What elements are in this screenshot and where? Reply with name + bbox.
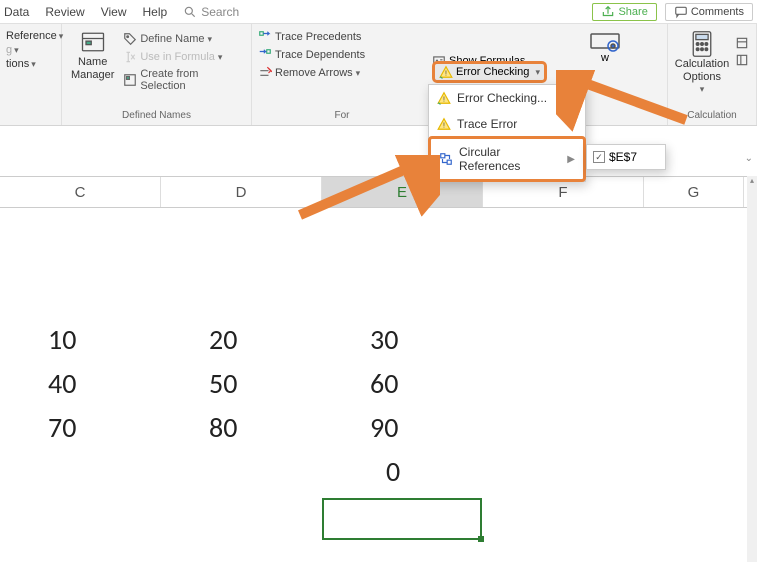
submenu-cell-ref[interactable]: $E$7 <box>609 150 637 164</box>
scroll-up-icon[interactable]: ▴ <box>747 176 757 186</box>
search-placeholder: Search <box>201 5 239 19</box>
worksheet-grid[interactable]: 10 20 30 40 50 60 70 80 90 0 <box>0 208 747 562</box>
comment-icon <box>674 5 688 19</box>
cell-d6[interactable]: 80 <box>199 406 247 449</box>
cell-e6[interactable]: 90 <box>360 406 408 449</box>
fill-handle[interactable] <box>478 536 484 542</box>
define-name-button[interactable]: Define Name ▾ <box>123 32 245 46</box>
remove-arrows-button[interactable]: Remove Arrows ▾ <box>258 66 365 80</box>
remove-arrows-icon <box>258 66 272 80</box>
cell-e5[interactable]: 60 <box>360 362 408 405</box>
tag-icon <box>123 32 137 46</box>
search-icon <box>183 5 197 19</box>
selected-cell-border <box>322 498 482 540</box>
error-checking-dropdown: ! Error Checking... ! Trace Error Circul… <box>428 84 586 182</box>
trace-precedents-icon <box>258 30 272 44</box>
cell-c6[interactable]: 70 <box>38 406 86 449</box>
selection-icon <box>123 73 137 87</box>
trace-dependents-button[interactable]: Trace Dependents <box>258 48 365 62</box>
tab-review[interactable]: Review <box>45 5 84 19</box>
trace-error-icon: ! <box>437 117 451 131</box>
tab-data[interactable]: Data <box>4 5 29 19</box>
ribbon-group-defined-names: Name Manager Define Name ▾ Use in Formul… <box>62 24 252 125</box>
tab-help[interactable]: Help <box>143 5 168 19</box>
error-checking-menu-icon: ! <box>437 91 451 105</box>
column-headers: C D E F G <box>0 176 757 208</box>
ribbon-group-calculation: Calculation Options▾ Calculation <box>667 24 757 125</box>
left-item-2[interactable]: g ▾ <box>6 44 63 56</box>
formula-bar-expand-icon[interactable]: ⌄ <box>745 153 753 164</box>
calc-sheet-icon[interactable] <box>735 53 749 67</box>
cell-d4[interactable]: 20 <box>199 318 247 361</box>
calc-now-icon[interactable] <box>735 36 749 50</box>
tab-view[interactable]: View <box>101 5 127 19</box>
lookup-reference[interactable]: Reference ▾ <box>6 30 63 42</box>
check-icon: ✓ <box>593 151 605 163</box>
watch-window-button[interactable]: w <box>575 26 635 64</box>
ribbon-group-left-partial: Reference ▾ g ▾ tions ▾ <box>0 24 62 125</box>
defined-names-label: Defined Names <box>68 108 245 123</box>
col-header-d[interactable]: D <box>161 177 322 207</box>
col-header-g[interactable]: G <box>644 177 744 207</box>
menu-error-checking[interactable]: ! Error Checking... <box>429 85 585 111</box>
calculator-icon <box>688 30 716 58</box>
formula-auditing-label: For <box>258 108 426 123</box>
use-in-formula-button: Use in Formula ▾ <box>123 50 245 64</box>
ribbon-group-formula-auditing: Trace Precedents Trace Dependents Remove… <box>252 24 432 125</box>
fx-icon <box>123 50 137 64</box>
menu-circular-references[interactable]: Circular References ▶ <box>428 136 586 182</box>
calculation-label: Calculation <box>674 108 750 123</box>
more-functions[interactable]: tions ▾ <box>6 58 63 70</box>
top-tab-bar: Data Review View Help Search Share Comme… <box>0 0 757 24</box>
menu-trace-error[interactable]: ! Trace Error <box>429 111 585 137</box>
share-icon <box>601 5 615 19</box>
error-checking-icon: ! <box>439 65 453 79</box>
trace-precedents-button[interactable]: Trace Precedents <box>258 30 365 44</box>
error-checking-button[interactable]: ! Error Checking ▾ <box>432 61 547 83</box>
circular-references-submenu: ✓ $E$7 <box>586 144 666 170</box>
name-manager-button[interactable]: Name Manager <box>68 28 117 82</box>
circular-references-icon <box>439 152 453 166</box>
ribbon: Reference ▾ g ▾ tions ▾ Name Manager Def… <box>0 24 757 126</box>
search-box[interactable]: Search <box>183 5 239 19</box>
cell-c4[interactable]: 10 <box>38 318 86 361</box>
share-button[interactable]: Share <box>592 3 656 21</box>
col-header-c[interactable]: C <box>0 177 161 207</box>
calculation-options-button[interactable]: Calculation Options▾ <box>675 30 729 95</box>
name-manager-icon <box>79 28 107 56</box>
cell-c5[interactable]: 40 <box>38 362 86 405</box>
watch-window-icon <box>589 32 621 52</box>
cell-d5[interactable]: 50 <box>199 362 247 405</box>
svg-text:!: ! <box>443 97 445 104</box>
svg-text:!: ! <box>445 71 447 78</box>
cell-e7[interactable]: 0 <box>376 450 410 493</box>
svg-text:!: ! <box>443 123 445 130</box>
cell-e4[interactable]: 30 <box>360 318 408 361</box>
create-from-selection-button[interactable]: Create from Selection <box>123 68 245 92</box>
comments-button[interactable]: Comments <box>665 3 753 21</box>
trace-dependents-icon <box>258 48 272 62</box>
chevron-right-icon: ▶ <box>567 154 575 165</box>
vertical-scrollbar[interactable]: ▴ <box>747 176 757 562</box>
